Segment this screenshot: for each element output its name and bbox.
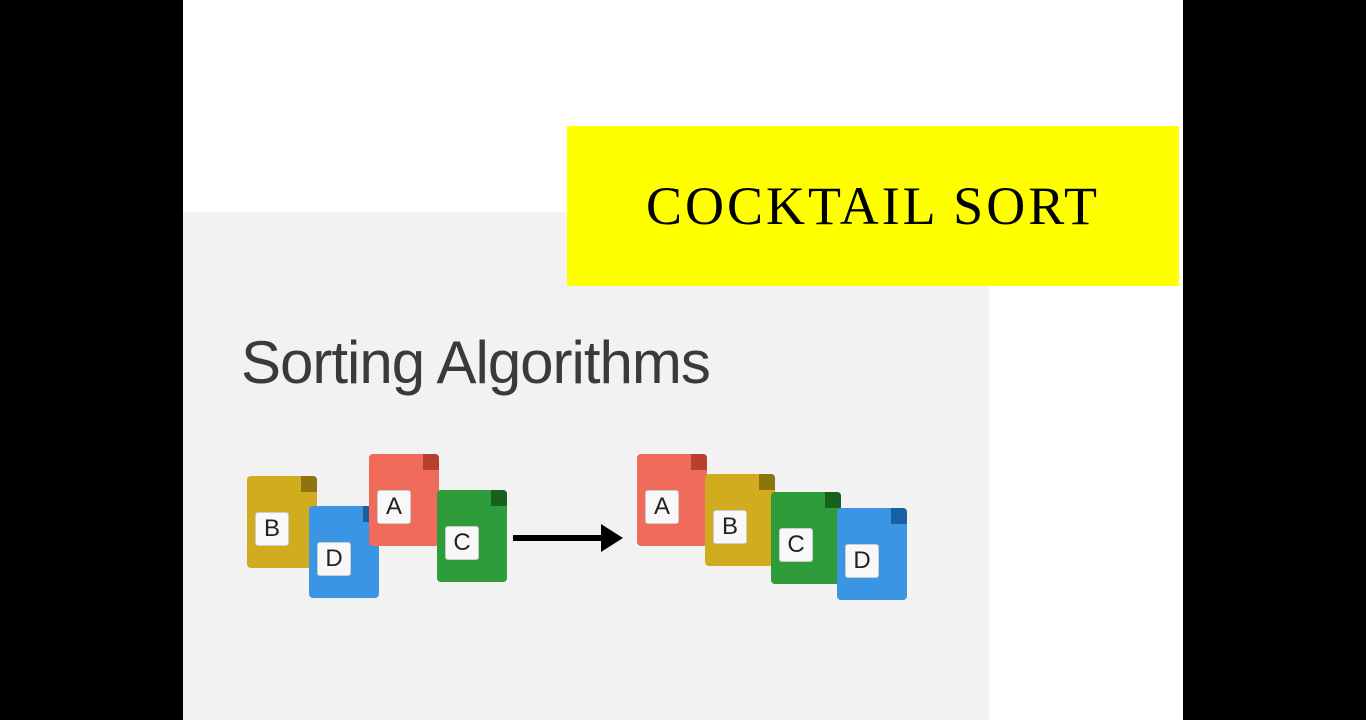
card-label: C [779, 528, 813, 562]
card-label: A [645, 490, 679, 524]
card-label: D [317, 542, 351, 576]
card-label: A [377, 490, 411, 524]
card-label: B [255, 512, 289, 546]
card-fold-icon [491, 490, 507, 506]
card-fold-icon [825, 492, 841, 508]
after-card-a: A [637, 454, 707, 546]
title-text: COCKTAIL SORT [646, 175, 1100, 237]
card-fold-icon [759, 474, 775, 490]
arrow-icon [513, 524, 623, 552]
card-label: D [845, 544, 879, 578]
content-panel [183, 212, 989, 720]
before-card-a: A [369, 454, 439, 546]
card-fold-icon [691, 454, 707, 470]
after-card-c: C [771, 492, 841, 584]
card-label: C [445, 526, 479, 560]
before-card-c: C [437, 490, 507, 582]
slide-stage: COCKTAIL SORT Sorting Algorithms BDACABC… [183, 0, 1183, 720]
title-banner: COCKTAIL SORT [567, 126, 1179, 286]
before-card-b: B [247, 476, 317, 568]
after-card-d: D [837, 508, 907, 600]
section-heading: Sorting Algorithms [241, 328, 710, 397]
card-fold-icon [891, 508, 907, 524]
card-fold-icon [301, 476, 317, 492]
card-fold-icon [423, 454, 439, 470]
after-card-b: B [705, 474, 775, 566]
card-label: B [713, 510, 747, 544]
